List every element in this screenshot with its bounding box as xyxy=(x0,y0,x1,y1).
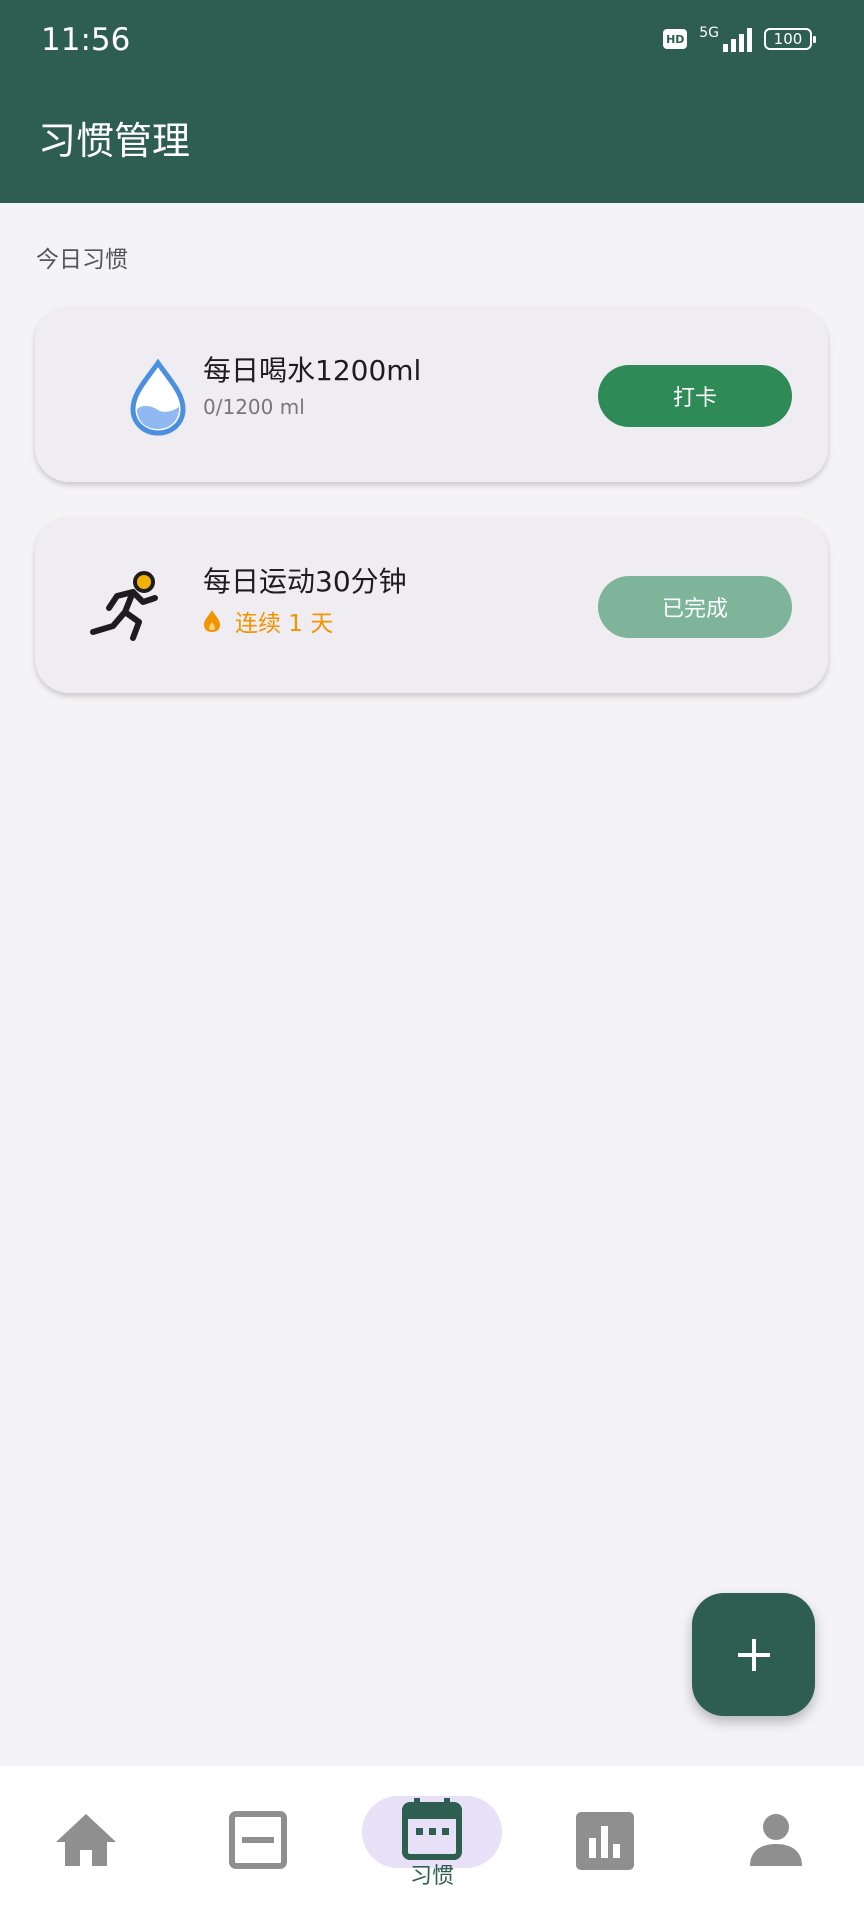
plus-icon xyxy=(737,1638,770,1671)
water-drop-icon xyxy=(130,358,186,436)
add-habit-button[interactable] xyxy=(692,1593,815,1716)
flame-icon xyxy=(204,610,220,632)
app-bar: 11:56 HD 5G 100 习惯管理 xyxy=(0,0,864,203)
nav-item-records[interactable] xyxy=(172,1766,344,1920)
battery-icon: 100 xyxy=(764,28,816,50)
streak-text: 连续 1 天 xyxy=(235,611,334,637)
habit-title: 每日喝水1200ml xyxy=(203,354,422,387)
calendar-icon xyxy=(402,1798,462,1860)
habit-progress: 0/1200 ml xyxy=(203,395,305,419)
signal-icon: 5G xyxy=(699,26,752,52)
habit-title: 每日运动30分钟 xyxy=(203,565,407,598)
network-label: 5G xyxy=(699,25,719,41)
bar-chart-icon xyxy=(576,1812,634,1870)
nav-item-habits[interactable] xyxy=(346,1766,518,1920)
section-title: 今日习惯 xyxy=(36,247,128,273)
status-time: 11:56 xyxy=(41,22,131,58)
person-icon xyxy=(750,1814,802,1866)
bottom-navigation: 习惯 xyxy=(0,1766,864,1920)
streak-indicator: 连续 1 天 xyxy=(203,604,333,638)
habit-card-water[interactable]: 每日喝水1200ml 0/1200 ml 打卡 xyxy=(35,307,828,482)
status-icons: HD 5G 100 xyxy=(663,26,816,52)
nav-item-home[interactable] xyxy=(0,1766,172,1920)
completed-button[interactable]: 已完成 xyxy=(598,576,792,638)
checkin-button[interactable]: 打卡 xyxy=(598,365,792,427)
running-person-icon xyxy=(90,571,158,641)
nav-item-profile[interactable] xyxy=(692,1766,864,1920)
habit-card-exercise[interactable]: 每日运动30分钟 连续 1 天 已完成 xyxy=(35,518,828,693)
battery-level: 100 xyxy=(773,30,803,48)
hd-badge: HD xyxy=(663,29,688,49)
page-title: 习惯管理 xyxy=(38,119,191,163)
nav-item-stats[interactable] xyxy=(518,1766,690,1920)
